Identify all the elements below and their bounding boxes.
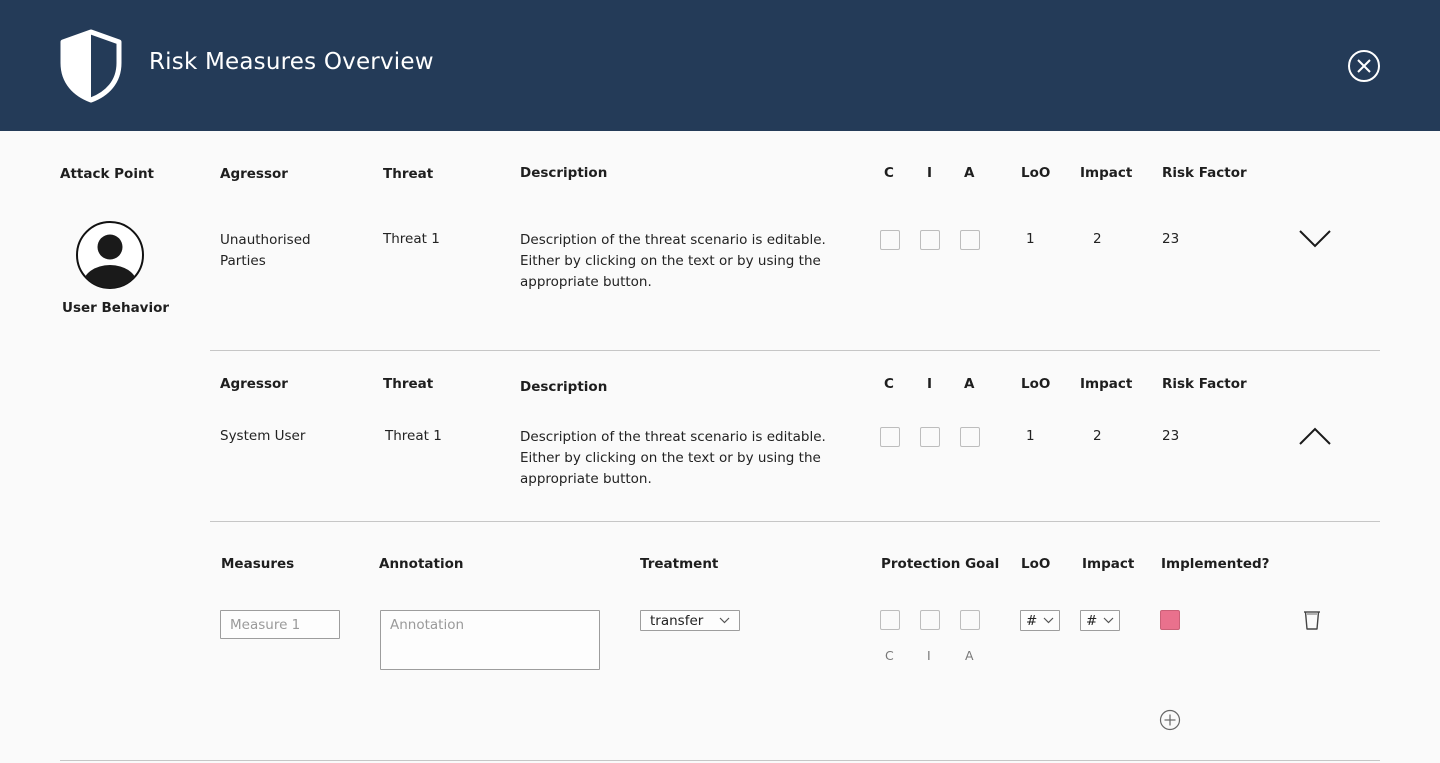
loo-header: LoO [1021, 165, 1051, 181]
implemented-checkbox[interactable] [1160, 610, 1180, 630]
impact-value: 2 [1093, 231, 1102, 247]
trash-icon[interactable] [1302, 609, 1322, 631]
agressor-header: Agressor [220, 166, 288, 182]
agressor-header: Agressor [220, 376, 288, 392]
chevron-down-icon [719, 617, 730, 624]
c-header: C [884, 165, 894, 181]
loo-header: LoO [1021, 556, 1051, 572]
a-checkbox[interactable] [960, 427, 980, 447]
divider [60, 760, 1380, 761]
description-header: Description [520, 379, 608, 395]
loo-header: LoO [1021, 376, 1051, 392]
implemented-header: Implemented? [1161, 556, 1270, 572]
threat-header: Threat [383, 376, 434, 392]
treatment-select[interactable]: transfer [640, 610, 740, 631]
annotation-header: Annotation [379, 556, 464, 572]
threat-header: Threat [383, 166, 434, 182]
shield-icon [60, 29, 122, 103]
agressor-value[interactable]: Unauthorised Parties [220, 230, 340, 272]
measure-input[interactable]: Measure 1 [220, 610, 340, 639]
c-checkbox[interactable] [880, 427, 900, 447]
risk-factor-header: Risk Factor [1162, 376, 1247, 392]
threat-description[interactable]: Description of the threat scenario is ed… [520, 427, 850, 490]
attack-point-name: User Behavior [62, 300, 170, 316]
goal-c-label: C [885, 648, 894, 663]
loo-value: 1 [1026, 428, 1035, 444]
agressor-value[interactable]: System User [220, 428, 305, 444]
risk-factor-header: Risk Factor [1162, 165, 1247, 181]
goal-a-label: A [965, 648, 974, 663]
annotation-input[interactable]: Annotation [380, 610, 600, 670]
impact-value: 2 [1093, 428, 1102, 444]
description-header: Description [520, 165, 608, 181]
a-header: A [964, 376, 975, 392]
c-checkbox[interactable] [880, 230, 900, 250]
chevron-down-icon[interactable] [1299, 229, 1331, 249]
attack-point-header: Attack Point [60, 166, 155, 182]
impact-header: Impact [1080, 376, 1133, 392]
treatment-value: transfer [650, 612, 704, 629]
chevron-down-icon [1103, 617, 1114, 624]
impact-header: Impact [1080, 165, 1133, 181]
loo-value: 1 [1026, 231, 1035, 247]
header-bar: Risk Measures Overview [0, 0, 1440, 131]
divider [210, 521, 1380, 522]
protection-goal-header: Protection Goal [881, 556, 1000, 572]
goal-c-checkbox[interactable] [880, 610, 900, 630]
a-header: A [964, 165, 975, 181]
threat-description[interactable]: Description of the threat scenario is ed… [520, 230, 850, 293]
risk-factor-value: 23 [1162, 231, 1180, 247]
threat-value[interactable]: Threat 1 [385, 428, 442, 444]
page-title: Risk Measures Overview [149, 49, 434, 75]
treatment-header: Treatment [640, 556, 719, 572]
loo-select[interactable]: # [1020, 610, 1060, 631]
user-avatar-icon [76, 221, 144, 289]
i-header: I [927, 376, 933, 392]
close-icon[interactable] [1347, 49, 1381, 83]
goal-i-checkbox[interactable] [920, 610, 940, 630]
loo-select-value: # [1026, 612, 1038, 629]
impact-select[interactable]: # [1080, 610, 1120, 631]
i-header: I [927, 165, 933, 181]
impact-select-value: # [1086, 612, 1098, 629]
a-checkbox[interactable] [960, 230, 980, 250]
chevron-down-icon [1043, 617, 1054, 624]
risk-factor-value: 23 [1162, 428, 1180, 444]
goal-a-checkbox[interactable] [960, 610, 980, 630]
goal-i-label: I [927, 648, 931, 663]
impact-header: Impact [1082, 556, 1135, 572]
add-measure-icon[interactable] [1159, 709, 1181, 731]
chevron-up-icon[interactable] [1299, 427, 1331, 447]
i-checkbox[interactable] [920, 427, 940, 447]
threat-value[interactable]: Threat 1 [383, 231, 440, 247]
i-checkbox[interactable] [920, 230, 940, 250]
measures-header: Measures [221, 556, 295, 572]
divider [210, 350, 1380, 351]
c-header: C [884, 376, 894, 392]
